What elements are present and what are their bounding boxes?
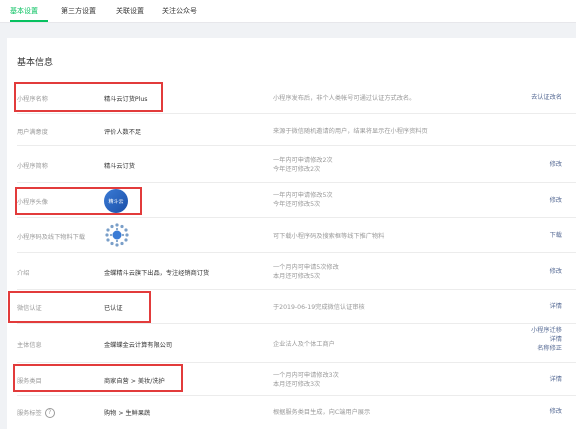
migrate-mini-program-link[interactable]: 小程序迁移: [531, 327, 562, 336]
row-label: 服务标签?: [17, 408, 55, 418]
edit-introduction-link[interactable]: 修改: [550, 268, 562, 277]
row-desc: 企业法人及个体工商户: [273, 341, 335, 348]
edit-service-tags-link[interactable]: 修改: [550, 408, 562, 417]
highlight-box-certification: [8, 291, 151, 323]
entity-details-link[interactable]: 详情: [550, 336, 562, 345]
row-desc-line2: 今年还可修改5次: [273, 201, 321, 208]
row-desc: 可下载小程序码及搜索框等线下推广物料: [273, 233, 385, 240]
edit-short-name-link[interactable]: 修改: [550, 161, 562, 170]
row-desc-line1: 一年内可申请修改5次: [273, 192, 333, 199]
highlight-box-category: [13, 364, 183, 392]
row-value: 金蝶精斗云旗下出品，专注经销商订货: [104, 270, 210, 277]
row-label-text: 服务标签: [17, 410, 42, 417]
tab-follow-official-account[interactable]: 关注公众号: [162, 6, 197, 16]
row-desc: 根据服务类目生成，向C端用户展示: [273, 409, 371, 416]
row-desc-line2: 本月还可修改5次: [273, 273, 321, 280]
row-service-tags: 服务标签? 购物 > 生鲜果蔬 根据服务类目生成，向C端用户展示 修改: [7, 396, 576, 429]
row-qr-code-download: 小程序码及线下物料下载 可下载小程序码及搜索框等线下推广物料 下载: [7, 218, 576, 253]
row-value: 评价人数不足: [104, 129, 142, 136]
row-label: 小程序简称: [17, 163, 48, 170]
row-desc-line2: 今年还可修改2次: [273, 166, 321, 173]
row-label: 小程序码及线下物料下载: [17, 234, 86, 241]
tab-third-party-settings[interactable]: 第三方设置: [61, 6, 96, 16]
correct-name-link[interactable]: 名称修正: [537, 345, 562, 354]
certification-details-link[interactable]: 详情: [550, 303, 562, 312]
row-desc-line1: 一个月内可申请修改3次: [273, 372, 339, 379]
active-tab-indicator: [10, 20, 48, 22]
row-label: 介绍: [17, 270, 30, 277]
tab-basic-settings[interactable]: 基本设置: [10, 6, 38, 16]
row-label: 用户满意度: [17, 129, 48, 136]
mini-program-code-image: [104, 222, 130, 248]
tab-association-settings[interactable]: 关联设置: [116, 6, 144, 16]
row-label: 主体信息: [17, 342, 42, 349]
settings-tabs: 基本设置 第三方设置 关联设置 关注公众号: [0, 0, 576, 23]
row-value: 金蝶蝶金云计算有限公司: [104, 342, 173, 349]
row-desc: 来源于微信随机邀请的用户，结果将显示在小程序资料页: [273, 128, 428, 135]
row-desc: 小程序发布后，非个人类帐号可通过认证方式改名。: [273, 95, 416, 102]
row-desc-line1: 一个月内可申请5次修改: [273, 264, 339, 271]
row-introduction: 介绍 金蝶精斗云旗下出品，专注经销商订货 一个月内可申请5次修改 本月还可修改5…: [7, 253, 576, 290]
row-desc-line2: 本月还可修改3次: [273, 381, 321, 388]
edit-avatar-link[interactable]: 修改: [550, 197, 562, 206]
certify-rename-link[interactable]: 去认证改名: [531, 94, 562, 103]
row-desc: 于2019-06-19完成微信认证审核: [273, 304, 365, 311]
help-icon[interactable]: ?: [44, 408, 55, 418]
row-value: 精斗云订货: [104, 163, 135, 170]
category-details-link[interactable]: 详情: [550, 376, 562, 385]
row-desc-line1: 一年内可申请修改2次: [273, 157, 333, 164]
section-title: 基本信息: [17, 58, 54, 68]
download-materials-link[interactable]: 下载: [550, 232, 562, 241]
highlight-box-name: [14, 82, 163, 112]
row-user-satisfaction: 用户满意度 评价人数不足 来源于微信随机邀请的用户，结果将显示在小程序资料页: [7, 114, 576, 146]
row-value: 购物 > 生鲜果蔬: [104, 410, 151, 417]
row-short-name: 小程序简称 精斗云订货 一年内可申请修改2次 今年还可修改2次 修改: [7, 146, 576, 183]
highlight-box-avatar: [15, 187, 142, 215]
row-entity-info: 主体信息 金蝶蝶金云计算有限公司 企业法人及个体工商户 小程序迁移 详情 名称修…: [7, 324, 576, 363]
mini-program-code-icon: [105, 223, 129, 247]
